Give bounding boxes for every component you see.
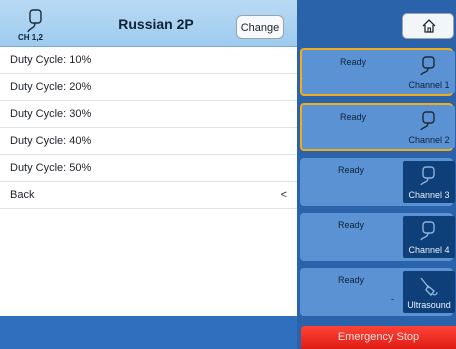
- channel-status: Ready: [338, 275, 365, 285]
- menu-item-back[interactable]: Back <: [0, 182, 297, 209]
- menu-item-duty-cycle-40[interactable]: Duty Cycle: 40%: [0, 128, 297, 155]
- electrode-icon: [420, 166, 435, 186]
- channel-tile-ultrasound[interactable]: Ultrasound: [403, 271, 455, 313]
- channel-tile-4[interactable]: Channel 4: [403, 216, 455, 258]
- channel-value: -: [391, 294, 394, 304]
- menu-item-duty-cycle-50[interactable]: Duty Cycle: 50%: [0, 155, 297, 182]
- channel-label: Ultrasound: [407, 300, 451, 310]
- footer-bar: [0, 316, 297, 349]
- back-arrow-icon: <: [280, 189, 287, 201]
- ultrasound-probe-icon: [420, 277, 438, 297]
- menu-item-duty-cycle-10[interactable]: Duty Cycle: 10%: [0, 47, 297, 74]
- page-title: Russian 2P: [118, 16, 194, 32]
- channel-label: Channel 3: [408, 190, 450, 200]
- channel-label: Channel 1: [408, 80, 450, 90]
- channel-card-2[interactable]: Ready Channel 2: [300, 103, 455, 151]
- channel-status: Ready: [338, 165, 365, 175]
- menu-item-duty-cycle-30[interactable]: Duty Cycle: 30%: [0, 101, 297, 128]
- channel-status: Ready: [340, 112, 367, 122]
- left-panel: CH 1,2 Russian 2P Change Duty Cycle: 10%…: [0, 0, 297, 349]
- header-bar: CH 1,2 Russian 2P Change: [0, 0, 297, 47]
- channel-sidebar: Ready Channel 1 Ready Channel 2 Ready Ch…: [297, 0, 456, 349]
- menu-item-duty-cycle-20[interactable]: Duty Cycle: 20%: [0, 74, 297, 101]
- electrode-icon: [420, 56, 435, 76]
- electrode-icon: [27, 9, 42, 33]
- emergency-stop-button[interactable]: Emergency Stop: [301, 326, 456, 349]
- change-button[interactable]: Change: [236, 15, 284, 39]
- menu-item-label: Back: [10, 189, 35, 201]
- channel-card-ultrasound[interactable]: Ready - Ultrasound: [300, 268, 455, 316]
- channel-card-3[interactable]: Ready Channel 3: [300, 158, 455, 206]
- channel-label: Channel 4: [408, 245, 450, 255]
- electrode-icon: [420, 111, 435, 131]
- channel-label: CH 1,2: [18, 33, 43, 42]
- home-button[interactable]: [402, 13, 454, 39]
- channel-card-4[interactable]: Ready Channel 4: [300, 213, 455, 261]
- menu-item-label: Duty Cycle: 40%: [10, 135, 92, 147]
- channel-tile-1[interactable]: Channel 1: [403, 51, 455, 93]
- channel-tile-3[interactable]: Channel 3: [403, 161, 455, 203]
- channel-label: Channel 2: [408, 135, 450, 145]
- electrode-icon: [420, 221, 435, 241]
- menu-item-label: Duty Cycle: 20%: [10, 81, 92, 93]
- channel-card-1[interactable]: Ready Channel 1: [300, 48, 455, 96]
- channel-tile-2[interactable]: Channel 2: [403, 106, 455, 148]
- menu-list: Duty Cycle: 10% Duty Cycle: 20% Duty Cyc…: [0, 47, 297, 209]
- menu-item-label: Duty Cycle: 50%: [10, 162, 92, 174]
- channel-status: Ready: [338, 220, 365, 230]
- channel-status: Ready: [340, 57, 367, 67]
- menu-item-label: Duty Cycle: 10%: [10, 54, 92, 66]
- menu-item-label: Duty Cycle: 30%: [10, 108, 92, 120]
- home-icon: [422, 19, 436, 33]
